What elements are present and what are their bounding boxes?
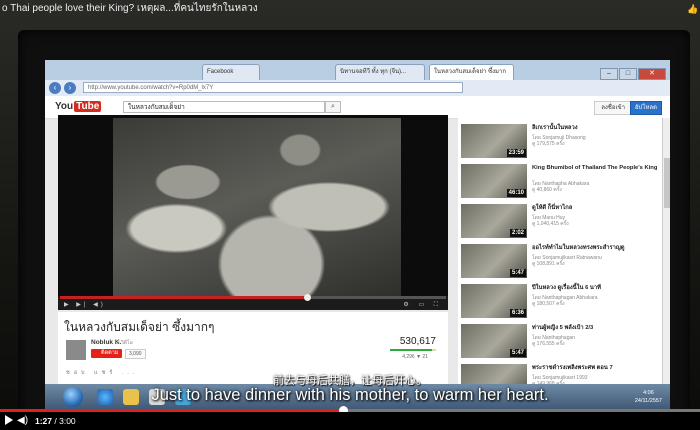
related-video-item[interactable]: 5:47 ท่านผู้หญิง 5 พลังเป้า 2/3 โดย Nantha… — [458, 324, 663, 360]
related-video-views: ดู 180,507 ครั้ง — [532, 301, 565, 307]
related-video-title[interactable]: King Bhumibol of Thailand The People's K… — [532, 165, 660, 172]
related-video-thumbnail[interactable]: 2:02 — [461, 204, 527, 238]
video-duration: 46:10 — [506, 189, 526, 197]
related-video-title[interactable]: ลิเกเรานั้นในหลวง — [532, 125, 660, 132]
play-icon[interactable] — [5, 415, 13, 425]
playback-time: 1:27 / 3:00 — [35, 416, 76, 426]
upload-button[interactable]: อัปโหลด — [629, 101, 662, 115]
related-video-title[interactable]: พระราชดำรงเพลิงพระศพ ตอน 7 — [532, 365, 660, 372]
total-time: 3:00 — [59, 416, 76, 426]
related-video-item[interactable]: 23:59 ลิเกเรานั้นในหลวง โดย Sonjamuji Dhas… — [458, 124, 663, 160]
close-icon[interactable]: ✕ — [638, 68, 666, 80]
fullscreen-icon[interactable]: ⚙ ▭ ⛶ — [403, 301, 442, 309]
video-duration: 2:02 — [509, 229, 526, 237]
volume-icon[interactable]: ◀) — [17, 414, 28, 428]
like-count[interactable]: 4,296 ▼ 21 — [402, 354, 428, 360]
forward-icon[interactable]: › — [64, 82, 76, 94]
browser-tab-strip: Facebook นิทานจอทีวี ทั้ง ทุก (จีน)... ใ… — [45, 60, 670, 80]
player-controls: ▶ ▶| ◀) ⚙ ▭ ⛶ — [58, 294, 448, 310]
player-progress-track[interactable] — [60, 294, 446, 301]
related-video-item[interactable]: 6:36 ปีในหลวง ดูเรื่องนี้ใน 6 นาที โดย Nan… — [458, 284, 663, 320]
related-video-title[interactable]: ดูให้ดี ก็นี่หาไกล — [532, 205, 660, 212]
video-frame-photo — [113, 118, 401, 296]
sign-in-button[interactable]: ลงชื่อเข้า — [594, 101, 632, 115]
related-video-thumbnail[interactable]: 6:36 — [461, 284, 527, 318]
page-scrollbar[interactable] — [662, 118, 670, 410]
search-icon[interactable]: ⌕ — [325, 101, 341, 113]
video-player[interactable]: ▶ ▶| ◀) ⚙ ▭ ⛶ — [58, 115, 448, 310]
youtube-logo[interactable]: You Tube — [55, 101, 102, 112]
play-pause-icon[interactable]: ▶ ▶| ◀) — [64, 301, 106, 308]
tab-second[interactable]: นิทานจอทีวี ทั้ง ทุก (จีน)... — [335, 64, 425, 80]
tab-label: นิทานจอทีวี ทั้ง ทุก (จีน)... — [340, 69, 407, 75]
related-video-views: ดู 1,040,415 ครั้ง — [532, 221, 569, 227]
monitor-screen: Facebook นิทานจอทีวี ทั้ง ทุก (จีน)... ใ… — [45, 60, 670, 410]
tab-label: Facebook — [207, 69, 234, 75]
minimize-icon[interactable]: – — [600, 68, 618, 80]
channel-video-count: 79 วิดีโอ — [114, 340, 133, 346]
back-icon[interactable]: ‹ — [49, 82, 61, 94]
related-video-title[interactable]: ออไรท์ทำไมในหลวงทรงพระสำราญดู — [532, 245, 660, 252]
related-video-title[interactable]: ปีในหลวง ดูเรื่องนี้ใน 6 นาที — [532, 285, 660, 292]
subtitle-english: Just to have dinner with his mother, to … — [151, 386, 549, 404]
maximize-icon[interactable]: □ — [619, 68, 637, 80]
related-video-thumbnail[interactable]: 5:47 — [461, 324, 527, 358]
subscribe-button[interactable]: ติดตาม — [91, 349, 123, 358]
related-video-thumbnail[interactable]: 23:59 — [461, 124, 527, 158]
related-video-item[interactable]: 46:10 King Bhumibol of Thailand The Peopl… — [458, 164, 663, 200]
subscriber-count: 3,090 — [125, 349, 146, 359]
related-video-views: ดู 179,575 ครั้ง — [532, 141, 565, 147]
related-video-item[interactable]: 2:02 ดูให้ดี ก็นี่หาไกล โดย Manu Huy ดู 1,0… — [458, 204, 663, 240]
tab-facebook[interactable]: Facebook — [202, 64, 260, 80]
video-page-title: ในหลวงกับสมเด็จย่า ซึ้งมากๆ — [64, 320, 215, 334]
tab-label: ในหลวงกับสมเด็จย่า ซึ้งมาก — [434, 69, 506, 75]
thumbs-up-icon[interactable]: 👍 — [687, 4, 698, 14]
channel-avatar[interactable] — [66, 340, 86, 360]
window-controls: – □ ✕ — [599, 62, 666, 80]
video-title: o Thai people love their King? เหตุผล...… — [2, 3, 258, 14]
video-frame: o Thai people love their King? เหตุผล...… — [0, 0, 700, 430]
video-title-bar: o Thai people love their King? เหตุผล...… — [0, 0, 700, 18]
related-video-thumbnail[interactable]: 5:47 — [461, 244, 527, 278]
player-progress-handle[interactable] — [304, 294, 312, 301]
related-video-title[interactable]: ท่านผู้หญิง 5 พลังเป้า 2/3 — [532, 325, 660, 332]
outer-player-controls: ◀) 1:27 / 3:00 — [0, 412, 700, 430]
video-duration: 5:47 — [509, 349, 526, 357]
player-progress-fill — [60, 296, 308, 299]
video-duration: 6:36 — [509, 309, 526, 317]
related-video-item[interactable]: 5:47 ออไรท์ทำไมในหลวงทรงพระสำราญดู โดย Son… — [458, 244, 663, 280]
address-bar: ‹ › http://www.youtube.com/watch?v=Rp0dM… — [45, 80, 670, 97]
current-time: 1:27 — [35, 416, 53, 426]
like-ratio-bar — [390, 349, 436, 351]
view-count: 530,617 — [399, 336, 436, 347]
url-field[interactable]: http://www.youtube.com/watch?v=Rp0dM_lx7… — [83, 82, 463, 93]
related-video-views: ดู 176,555 ครั้ง — [532, 341, 565, 347]
video-duration: 23:59 — [506, 149, 526, 157]
related-video-views: ดู 40,860 ครั้ง — [532, 187, 562, 193]
tab-youtube[interactable]: ในหลวงกับสมเด็จย่า ซึ้งมาก — [429, 64, 514, 80]
related-videos-list: 23:59 ลิเกเรานั้นในหลวง โดย Sonjamuji Dhas… — [458, 118, 663, 410]
related-video-views: ดู 108,891 ครั้ง — [532, 261, 565, 267]
video-duration: 5:47 — [509, 269, 526, 277]
related-video-thumbnail[interactable]: 46:10 — [461, 164, 527, 198]
search-input[interactable]: ในหลวงกับสมเด็จย่า — [123, 101, 325, 113]
